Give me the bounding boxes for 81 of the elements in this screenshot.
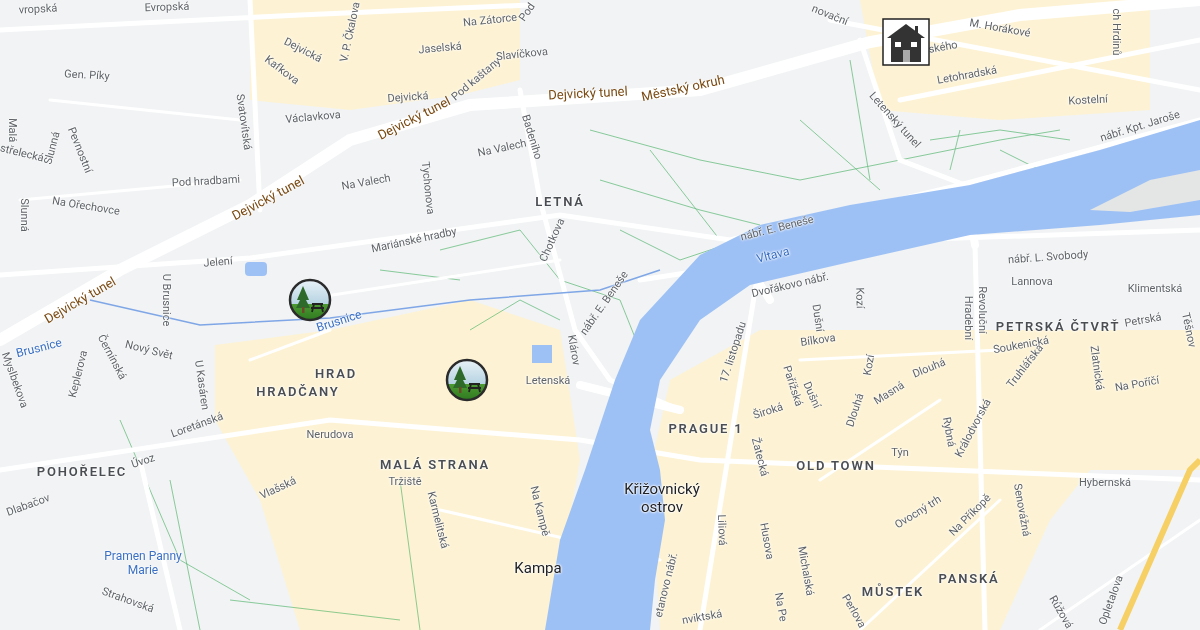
map-label: Týn [891, 446, 909, 458]
map-label: Mariánské hradby [370, 225, 458, 255]
map-label: Jelení [202, 255, 234, 269]
map-label: U Kasáren [193, 359, 211, 411]
map-label: Letenská [525, 374, 571, 386]
map-label: Křižovnický ostrov [623, 480, 701, 516]
tree-picnic-table-icon[interactable] [445, 358, 489, 402]
map-label: PRAGUE 1 [668, 421, 744, 435]
map-label: OLD TOWN [796, 458, 876, 472]
map-label: ského [927, 39, 959, 55]
map-label: Liliová [715, 514, 729, 546]
map-label: nábř. Kpt. Jaroše [1098, 108, 1182, 144]
map-label: LETNÁ [535, 194, 585, 208]
map-label: Klimentská [1127, 282, 1183, 294]
map-label: Úvoz [129, 452, 157, 470]
map-label: Kampa [514, 559, 562, 577]
pond [245, 262, 267, 276]
map-label: Brusnice [314, 306, 364, 336]
map-label: Široká [751, 401, 785, 421]
map-label: Nerudova [306, 428, 354, 440]
map-label: Vltava [755, 244, 791, 266]
map-label: HRADČANY [256, 384, 340, 398]
map-label: HRAD [315, 366, 357, 380]
map-label: Kozí [854, 287, 866, 309]
map-label: Petrská [1123, 311, 1163, 329]
map-label: M. Horákové [968, 17, 1032, 39]
map-label: PETRSKÁ ČTVRŤ [995, 319, 1121, 333]
map-label: vropská [18, 2, 58, 16]
map-label: Dvořákovo nábř. [750, 270, 830, 300]
map-label: nviktská [681, 608, 723, 626]
map-label: MŮSTEK [861, 584, 925, 598]
map-label: Na Ořechovce [51, 195, 121, 217]
map-label: Klárov [565, 333, 583, 367]
map-label: nábř. E. Beneše [739, 213, 815, 243]
map-label: Na Kampě [528, 484, 552, 538]
map-label: Senovážná [1011, 482, 1033, 538]
map-label: Na Poříčí [1114, 374, 1160, 394]
map-label: U Brusnice [160, 273, 172, 327]
map-label: Evropská [144, 0, 190, 14]
map-label: Svatovítská [234, 93, 254, 151]
map-label: Na Zátorce [462, 11, 518, 29]
map-label: Gen. Píky [64, 68, 110, 82]
map-label: Slunná [18, 198, 30, 232]
map-label: Těšnov [1179, 311, 1199, 349]
map-label: Hradební [962, 295, 974, 341]
map-label: Nový Svět [124, 338, 174, 362]
map-label: střelecká [0, 142, 45, 164]
map-label: Tržiště [388, 475, 422, 487]
map-label: Rybná [940, 416, 958, 448]
map-label: Na Pe [773, 591, 789, 623]
map-label: Dušní [810, 303, 826, 333]
map-label: etanovo nábř. [652, 551, 680, 619]
map-label: Žatecká [749, 436, 771, 478]
house-icon[interactable] [882, 18, 930, 66]
map-label: Michalská [796, 545, 816, 597]
map-label: Václavkova [284, 109, 342, 125]
map-label: Husova [758, 521, 776, 561]
map-label: Pod hradbami [171, 173, 241, 189]
map-label: Lannova [1011, 275, 1053, 287]
map-label: Revoluční [976, 286, 988, 334]
map-label: Bílkova [799, 332, 837, 348]
map-label: Dejvický tunel [548, 84, 628, 102]
map-label: Pramen Panny Marie [103, 548, 183, 578]
map-label: Slunná [42, 130, 62, 166]
map-label: Malá [6, 117, 18, 143]
map-label: nábř. L. Svobody [1007, 248, 1089, 266]
map-label: V. P. Čkalova [338, 1, 362, 63]
map-label: Jaselská [417, 40, 463, 56]
map-label: Hybernská [1078, 476, 1132, 488]
map-label: Na Valech [340, 172, 392, 192]
map-label: Zlatnická [1088, 345, 1106, 391]
map-label: MALÁ STRANA [379, 457, 491, 471]
pond [532, 345, 552, 363]
map-label: Městský okruh [640, 72, 726, 104]
map-label: PANSKÁ [938, 571, 1000, 585]
map-label: Dlouhá [844, 392, 866, 428]
map-label: Kostelní [1067, 93, 1109, 107]
map-label: Tychonova [419, 161, 437, 215]
map-label: ch Hrdinů [1110, 8, 1122, 56]
map-label: POHOŘELEC [36, 464, 128, 478]
map-label: Kozí [861, 353, 877, 377]
